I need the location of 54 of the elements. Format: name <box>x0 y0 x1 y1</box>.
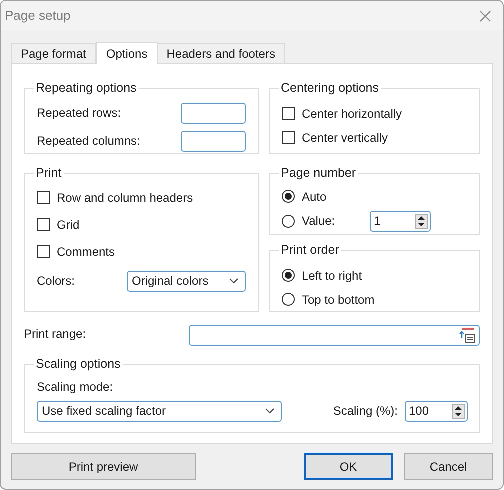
dropdown[interactable]: Original colors <box>127 270 246 292</box>
window-title: Page setup <box>5 7 71 26</box>
range-picker-icon[interactable] <box>459 327 476 344</box>
spinner-icon[interactable] <box>452 404 465 419</box>
field-value: 1 <box>374 213 381 230</box>
checkbox-label: Comments <box>57 244 116 261</box>
button[interactable]: Print preview <box>11 453 196 480</box>
field-label: Repeated rows: <box>37 105 122 122</box>
close-icon[interactable] <box>480 10 491 22</box>
radio-button[interactable] <box>282 269 295 282</box>
radio-label: Value: <box>302 213 336 230</box>
dropdown-value: Use fixed scaling factor <box>42 403 166 420</box>
checkbox-label: Center horizontally <box>302 106 402 123</box>
group-title: Page number <box>280 165 358 182</box>
checkbox-label: Center vertically <box>302 130 388 147</box>
tab[interactable]: Page format <box>11 43 96 63</box>
input-field[interactable] <box>181 102 246 124</box>
checkbox[interactable] <box>282 131 295 144</box>
button[interactable]: OK <box>304 453 393 480</box>
radio-button[interactable] <box>282 190 295 204</box>
chevron-down-icon <box>265 408 275 414</box>
button[interactable]: Cancel <box>404 453 493 480</box>
radio-label: Auto <box>302 188 327 206</box>
spinner-icon[interactable] <box>415 214 428 229</box>
checkbox[interactable] <box>37 218 50 232</box>
dropdown[interactable]: Use fixed scaling factor <box>37 400 282 422</box>
checkbox[interactable] <box>37 191 50 204</box>
tab[interactable]: Options <box>96 42 158 64</box>
spin-field[interactable]: 1 <box>370 210 431 232</box>
group-title: Print <box>35 165 63 182</box>
radio-button[interactable] <box>282 214 295 228</box>
field-label: Colors: <box>37 273 76 290</box>
group-title: Repeating options <box>35 80 138 97</box>
group-title: Print order <box>280 242 340 259</box>
checkbox[interactable] <box>37 245 50 258</box>
checkbox-label: Row and column headers <box>57 190 194 207</box>
spin-field[interactable]: 100 <box>405 400 468 422</box>
group-title: Centering options <box>280 80 380 97</box>
dropdown-value: Original colors <box>132 273 209 290</box>
field-label: Repeated columns: <box>37 133 140 150</box>
field-label: Scaling (%): <box>333 403 398 420</box>
field-label: Print range: <box>24 326 86 343</box>
radio-label: Top to bottom <box>302 292 375 309</box>
group-title: Scaling options <box>35 356 122 373</box>
chevron-down-icon <box>229 278 239 284</box>
print-range-field[interactable] <box>189 325 480 346</box>
input-field[interactable] <box>181 130 246 152</box>
checkbox[interactable] <box>282 107 295 120</box>
tab[interactable]: Headers and footers <box>158 43 286 63</box>
radio-button[interactable] <box>282 293 295 306</box>
checkbox-label: Grid <box>57 216 80 234</box>
field-label: Scaling mode: <box>37 378 114 396</box>
field-value: 100 <box>409 403 430 420</box>
radio-label: Left to right <box>302 268 362 285</box>
